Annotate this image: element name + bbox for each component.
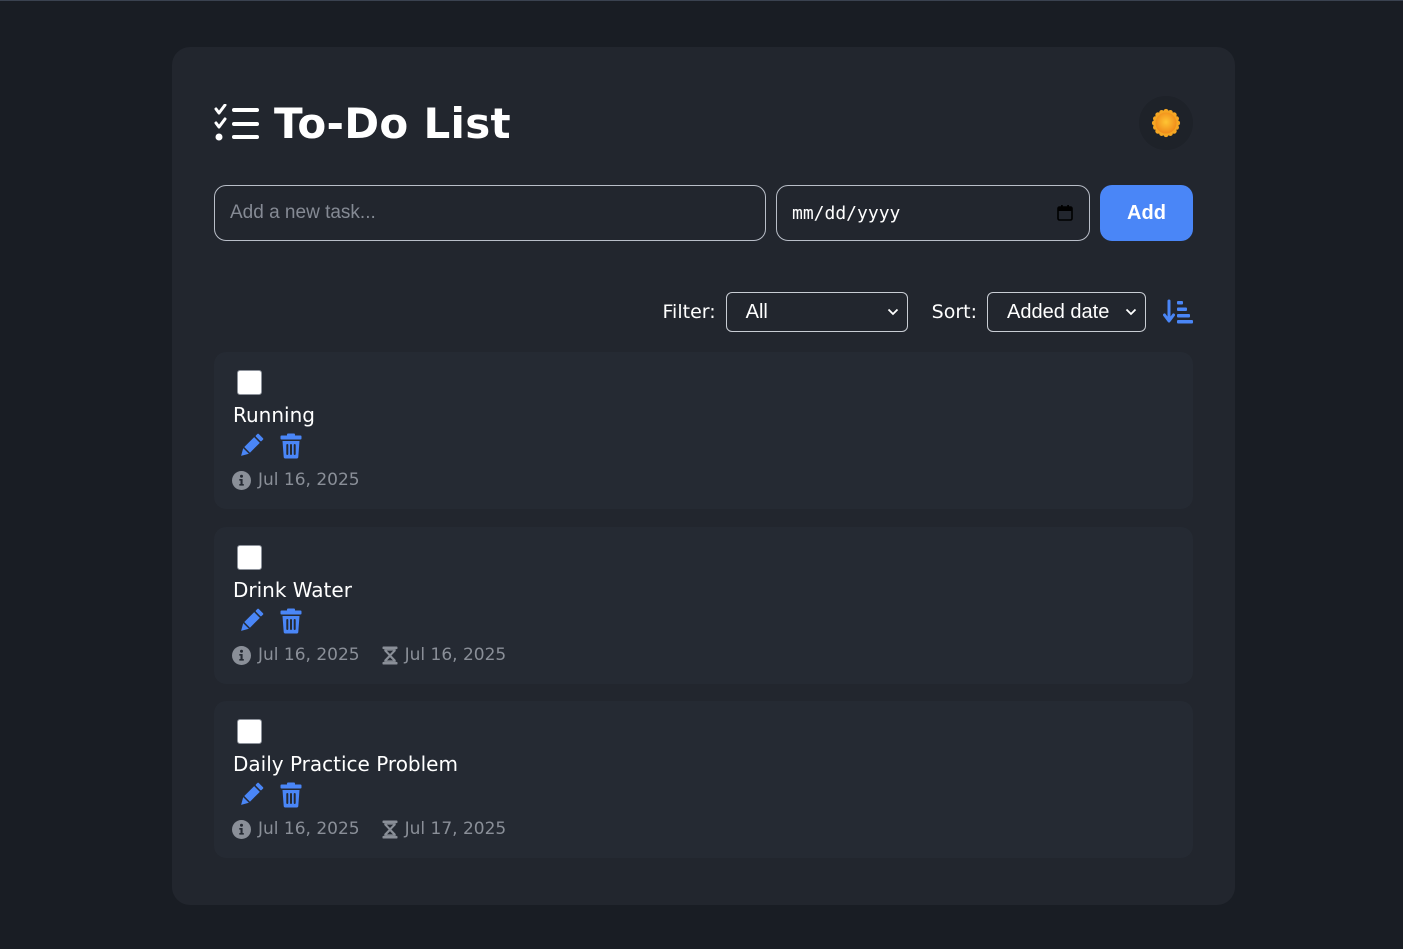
- due-date: Jul 16, 2025: [382, 645, 507, 665]
- added-date: Jul 16, 2025: [232, 470, 360, 490]
- hourglass-icon: [382, 820, 398, 838]
- sort-value: Added date: [1007, 300, 1110, 323]
- edit-pencil-icon[interactable]: [238, 433, 264, 459]
- trash-icon[interactable]: [280, 608, 302, 634]
- task-input[interactable]: [214, 185, 766, 241]
- sort-select[interactable]: Added date: [987, 292, 1146, 332]
- new-task-row: mm/dd/yyyy Add: [214, 185, 1193, 241]
- theme-toggle-button[interactable]: [1139, 96, 1193, 150]
- task-meta: Jul 16, 2025: [232, 470, 382, 490]
- task-meta: Jul 16, 2025 Jul 16, 2025: [232, 645, 528, 665]
- task-checkbox[interactable]: [237, 370, 262, 395]
- task-text: Daily Practice Problem: [233, 752, 458, 776]
- due-date-text: Jul 16, 2025: [404, 645, 507, 665]
- info-icon: [232, 645, 251, 665]
- info-icon: [232, 470, 251, 490]
- filter-select[interactable]: All: [725, 292, 908, 332]
- info-icon: [232, 819, 251, 839]
- sort-label: Sort:: [931, 301, 977, 323]
- task-checkbox[interactable]: [237, 545, 262, 570]
- added-date: Jul 16, 2025: [232, 819, 360, 839]
- task-meta: Jul 16, 2025 Jul 17, 2025: [232, 819, 528, 839]
- edit-pencil-icon[interactable]: [238, 608, 264, 634]
- added-date: Jul 16, 2025: [232, 645, 360, 665]
- hourglass-icon: [382, 646, 398, 664]
- calendar-icon[interactable]: [1056, 204, 1074, 222]
- todo-card: To-Do List mm: [172, 47, 1235, 905]
- task-item: Daily Practice Problem Jul 16, 2025 Jul …: [214, 701, 1193, 858]
- due-date-input[interactable]: mm/dd/yyyy: [776, 185, 1090, 241]
- chevron-down-icon: [887, 308, 898, 316]
- window-top-border: [0, 0, 1403, 1]
- added-date-text: Jul 16, 2025: [258, 645, 360, 665]
- due-date: Jul 17, 2025: [382, 819, 507, 839]
- chevron-down-icon: [1125, 308, 1137, 316]
- header: To-Do List: [214, 99, 511, 149]
- task-actions: [238, 433, 302, 459]
- date-placeholder: mm/dd/yyyy: [792, 202, 901, 224]
- added-date-text: Jul 16, 2025: [258, 470, 360, 490]
- edit-pencil-icon[interactable]: [238, 782, 264, 808]
- added-date-text: Jul 16, 2025: [258, 819, 360, 839]
- due-date-text: Jul 17, 2025: [404, 819, 507, 839]
- task-checkbox[interactable]: [237, 719, 262, 744]
- sun-icon: [1151, 108, 1181, 138]
- task-text: Drink Water: [233, 578, 352, 602]
- list-check-icon: [214, 104, 259, 141]
- task-item: Running Jul 16, 2025: [214, 352, 1193, 509]
- trash-icon[interactable]: [280, 433, 302, 459]
- filter-value: All: [745, 300, 768, 323]
- task-item: Drink Water Jul 16, 2025 Jul 16, 2025: [214, 527, 1193, 684]
- filter-sort-bar: Filter: All Sort: Added date: [663, 292, 1193, 332]
- task-actions: [238, 782, 302, 808]
- task-text: Running: [233, 403, 315, 427]
- trash-icon[interactable]: [280, 782, 302, 808]
- page-title: To-Do List: [274, 99, 511, 148]
- add-button[interactable]: Add: [1100, 185, 1193, 241]
- filter-label: Filter:: [662, 301, 716, 323]
- sort-descending-icon[interactable]: [1163, 299, 1193, 325]
- task-actions: [238, 608, 302, 634]
